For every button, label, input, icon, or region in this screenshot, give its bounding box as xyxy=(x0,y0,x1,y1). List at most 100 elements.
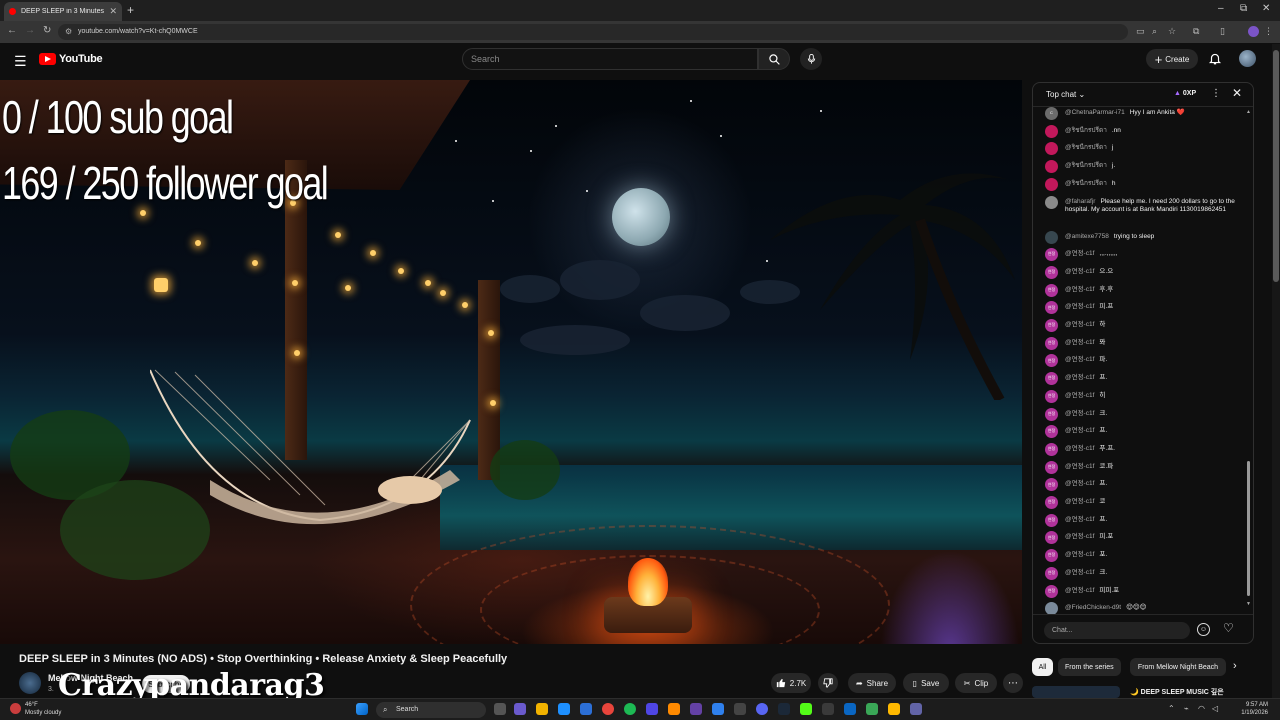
chat-author-avatar[interactable]: 연정 xyxy=(1045,407,1058,421)
channel-avatar[interactable] xyxy=(19,672,41,694)
chat-author-avatar[interactable]: 연정 xyxy=(1045,566,1058,580)
chat-message[interactable]: 연정 @연정-c1f 파. xyxy=(1045,354,1245,368)
chat-author-avatar[interactable]: 연정 xyxy=(1045,354,1058,368)
chat-author-name[interactable]: @연정-c1f xyxy=(1065,374,1094,381)
new-tab-button[interactable]: + xyxy=(127,3,134,17)
chat-message[interactable]: 연정 @연정-c1f 퐈 xyxy=(1045,336,1245,350)
chat-message[interactable]: 연정 @연정-c1f 프. xyxy=(1045,425,1245,439)
more-actions-button[interactable]: ⋯ xyxy=(1003,673,1023,693)
chat-author-name[interactable]: @ริชนีกรปรีดา xyxy=(1065,144,1107,151)
chat-author-avatar[interactable]: 연정 xyxy=(1045,460,1058,474)
zoom-icon[interactable]: ⌕ xyxy=(1152,26,1157,37)
chat-author-name[interactable]: @연정-c1f xyxy=(1065,587,1094,594)
chat-author-name[interactable]: @연정-c1f xyxy=(1065,303,1094,310)
file-explorer-icon[interactable] xyxy=(536,703,548,715)
wifi-icon[interactable]: ◠ xyxy=(1198,704,1205,713)
chat-author-name[interactable]: @연정-c1f xyxy=(1065,339,1094,346)
profile-avatar[interactable] xyxy=(1248,26,1259,37)
browser-menu-icon[interactable]: ⋮ xyxy=(1264,26,1273,37)
chip-from-channel[interactable]: From Mellow Night Beach xyxy=(1130,658,1226,676)
up-next-item[interactable]: 🌙 DEEP SLEEP MUSIC 깊은 xyxy=(1032,684,1254,698)
chat-author-avatar[interactable]: 연정 xyxy=(1045,301,1058,315)
voice-search-button[interactable] xyxy=(800,48,822,70)
chat-author-name[interactable]: @연정-c1f xyxy=(1065,268,1094,275)
extensions-icon[interactable]: ⧉ xyxy=(1193,26,1199,37)
side-panel-icon[interactable]: ▯ xyxy=(1220,26,1225,37)
chat-message[interactable]: 연정 @연정-c1f 피피.포 xyxy=(1045,584,1245,598)
app-icon[interactable] xyxy=(646,703,658,715)
maximize-button[interactable]: ⧉ xyxy=(1240,3,1247,14)
chat-author-name[interactable]: @연정-c1f xyxy=(1065,427,1094,434)
chat-author-name[interactable]: @ChetnaParmar-i71 xyxy=(1065,109,1125,116)
chat-author-name[interactable]: @연정-c1f xyxy=(1065,286,1094,293)
search-button[interactable] xyxy=(758,48,790,70)
cast-icon[interactable]: ▭ xyxy=(1136,26,1145,37)
chat-author-avatar[interactable]: 연정 xyxy=(1045,478,1058,492)
dislike-button[interactable] xyxy=(818,673,838,693)
store-icon[interactable] xyxy=(580,703,592,715)
chat-author-avatar[interactable] xyxy=(1045,124,1058,138)
chat-message[interactable]: 연정 @연정-c1f 포. xyxy=(1045,549,1245,563)
chat-author-name[interactable]: @연정-c1f xyxy=(1065,392,1094,399)
chat-message[interactable]: 연정 @연정-c1f 후.후 xyxy=(1045,283,1245,297)
chat-author-name[interactable]: @연정-c1f xyxy=(1065,356,1094,363)
chat-author-avatar[interactable]: 연정 xyxy=(1045,283,1058,297)
chat-message[interactable]: @ริชนีกรปรีดา j. xyxy=(1045,160,1245,174)
chat-message[interactable]: 연정 @연정-c1f 피.프 xyxy=(1045,301,1245,315)
chat-message[interactable]: 연정 @연정-c1f 피.포 xyxy=(1045,531,1245,545)
chat-author-name[interactable]: @FriedChicken-d9t xyxy=(1065,604,1121,611)
chat-input[interactable]: Chat... xyxy=(1044,622,1190,639)
windows-start-icon[interactable] xyxy=(356,703,368,715)
tray-chevron-icon[interactable]: ⌃ xyxy=(1168,704,1175,713)
app-icon[interactable] xyxy=(668,703,680,715)
chat-author-name[interactable]: @연정-c1f xyxy=(1065,569,1094,576)
chat-author-avatar[interactable]: 연정 xyxy=(1045,248,1058,262)
chat-author-name[interactable]: @연정-c1f xyxy=(1065,463,1094,470)
bookmark-star-icon[interactable]: ☆ xyxy=(1168,26,1176,37)
chat-author-name[interactable]: @연정-c1f xyxy=(1065,321,1094,328)
page-scroll-thumb[interactable] xyxy=(1273,50,1279,282)
app-icon[interactable] xyxy=(734,703,746,715)
scroll-up-icon[interactable]: ▲ xyxy=(1246,109,1251,115)
chevron-right-icon[interactable]: › xyxy=(1233,660,1237,672)
video-player[interactable]: 0 / 100 sub goal 169 / 250 follower goal xyxy=(0,80,1022,644)
chat-author-avatar[interactable]: 연정 xyxy=(1045,549,1058,563)
clip-button[interactable]: ✂ Clip xyxy=(955,673,997,693)
app-icon[interactable] xyxy=(888,703,900,715)
chat-author-name[interactable]: @연정-c1f xyxy=(1065,516,1094,523)
chat-message[interactable]: @ริชนีกรปรีดา j xyxy=(1045,142,1245,156)
copilot-icon[interactable] xyxy=(514,703,526,715)
network-icon[interactable]: ⌁ xyxy=(1184,704,1189,713)
chat-author-avatar[interactable]: 연정 xyxy=(1045,425,1058,439)
scroll-down-icon[interactable]: ▼ xyxy=(1246,601,1251,607)
chat-message[interactable]: C @ChetnaParmar-i71 Hyy I am Ankita ❤️ xyxy=(1045,107,1245,120)
app-icon[interactable] xyxy=(712,703,724,715)
chat-author-name[interactable]: @연정-c1f xyxy=(1065,480,1094,487)
chat-message[interactable]: @ริชนีกรปรีดา h xyxy=(1045,177,1245,191)
app-icon[interactable] xyxy=(844,703,856,715)
chat-author-avatar[interactable] xyxy=(1045,142,1058,156)
chat-message[interactable]: 연정 @연정-c1f 히 xyxy=(1045,389,1245,403)
forward-icon[interactable]: → xyxy=(25,25,35,36)
browser-tab[interactable]: DEEP SLEEP in 3 Minutes (NO ADS) ✕ xyxy=(4,2,122,21)
chat-message[interactable]: 연정 @연정-c1f,,,.,,,,,, xyxy=(1045,248,1245,262)
chat-message[interactable]: 연정 @연정-c1f 하 xyxy=(1045,319,1245,332)
chat-author-name[interactable]: @ริชนีกรปรีดา xyxy=(1065,180,1107,187)
twitch-icon[interactable] xyxy=(690,703,702,715)
chat-author-avatar[interactable]: 연정 xyxy=(1045,584,1058,598)
window-close-button[interactable]: ✕ xyxy=(1262,3,1270,14)
chat-author-name[interactable]: @연정-c1f xyxy=(1065,498,1094,505)
chat-message[interactable]: 연정 @연정-c1f 프. xyxy=(1045,372,1245,386)
taskbar-search[interactable]: ⌕ Search xyxy=(376,702,486,718)
chat-author-name[interactable]: @연정-c1f xyxy=(1065,250,1094,257)
chat-author-avatar[interactable]: 연정 xyxy=(1045,442,1058,456)
chat-author-name[interactable]: @연정-c1f xyxy=(1065,533,1094,540)
chat-author-avatar[interactable]: C xyxy=(1045,107,1058,120)
chat-author-name[interactable]: @amitexe7758 xyxy=(1065,233,1109,240)
chat-author-avatar[interactable]: 연정 xyxy=(1045,496,1058,509)
volume-icon[interactable]: ◁ xyxy=(1212,704,1218,713)
hamburger-menu-icon[interactable]: ☰ xyxy=(14,53,27,70)
chat-message[interactable]: @faharafjr Please help me. I need 200 dol… xyxy=(1045,195,1245,215)
address-bar[interactable]: ⚙ youtube.com/watch?v=Kt-chQ0MWCE xyxy=(58,24,1128,40)
edge-icon[interactable] xyxy=(558,703,570,715)
